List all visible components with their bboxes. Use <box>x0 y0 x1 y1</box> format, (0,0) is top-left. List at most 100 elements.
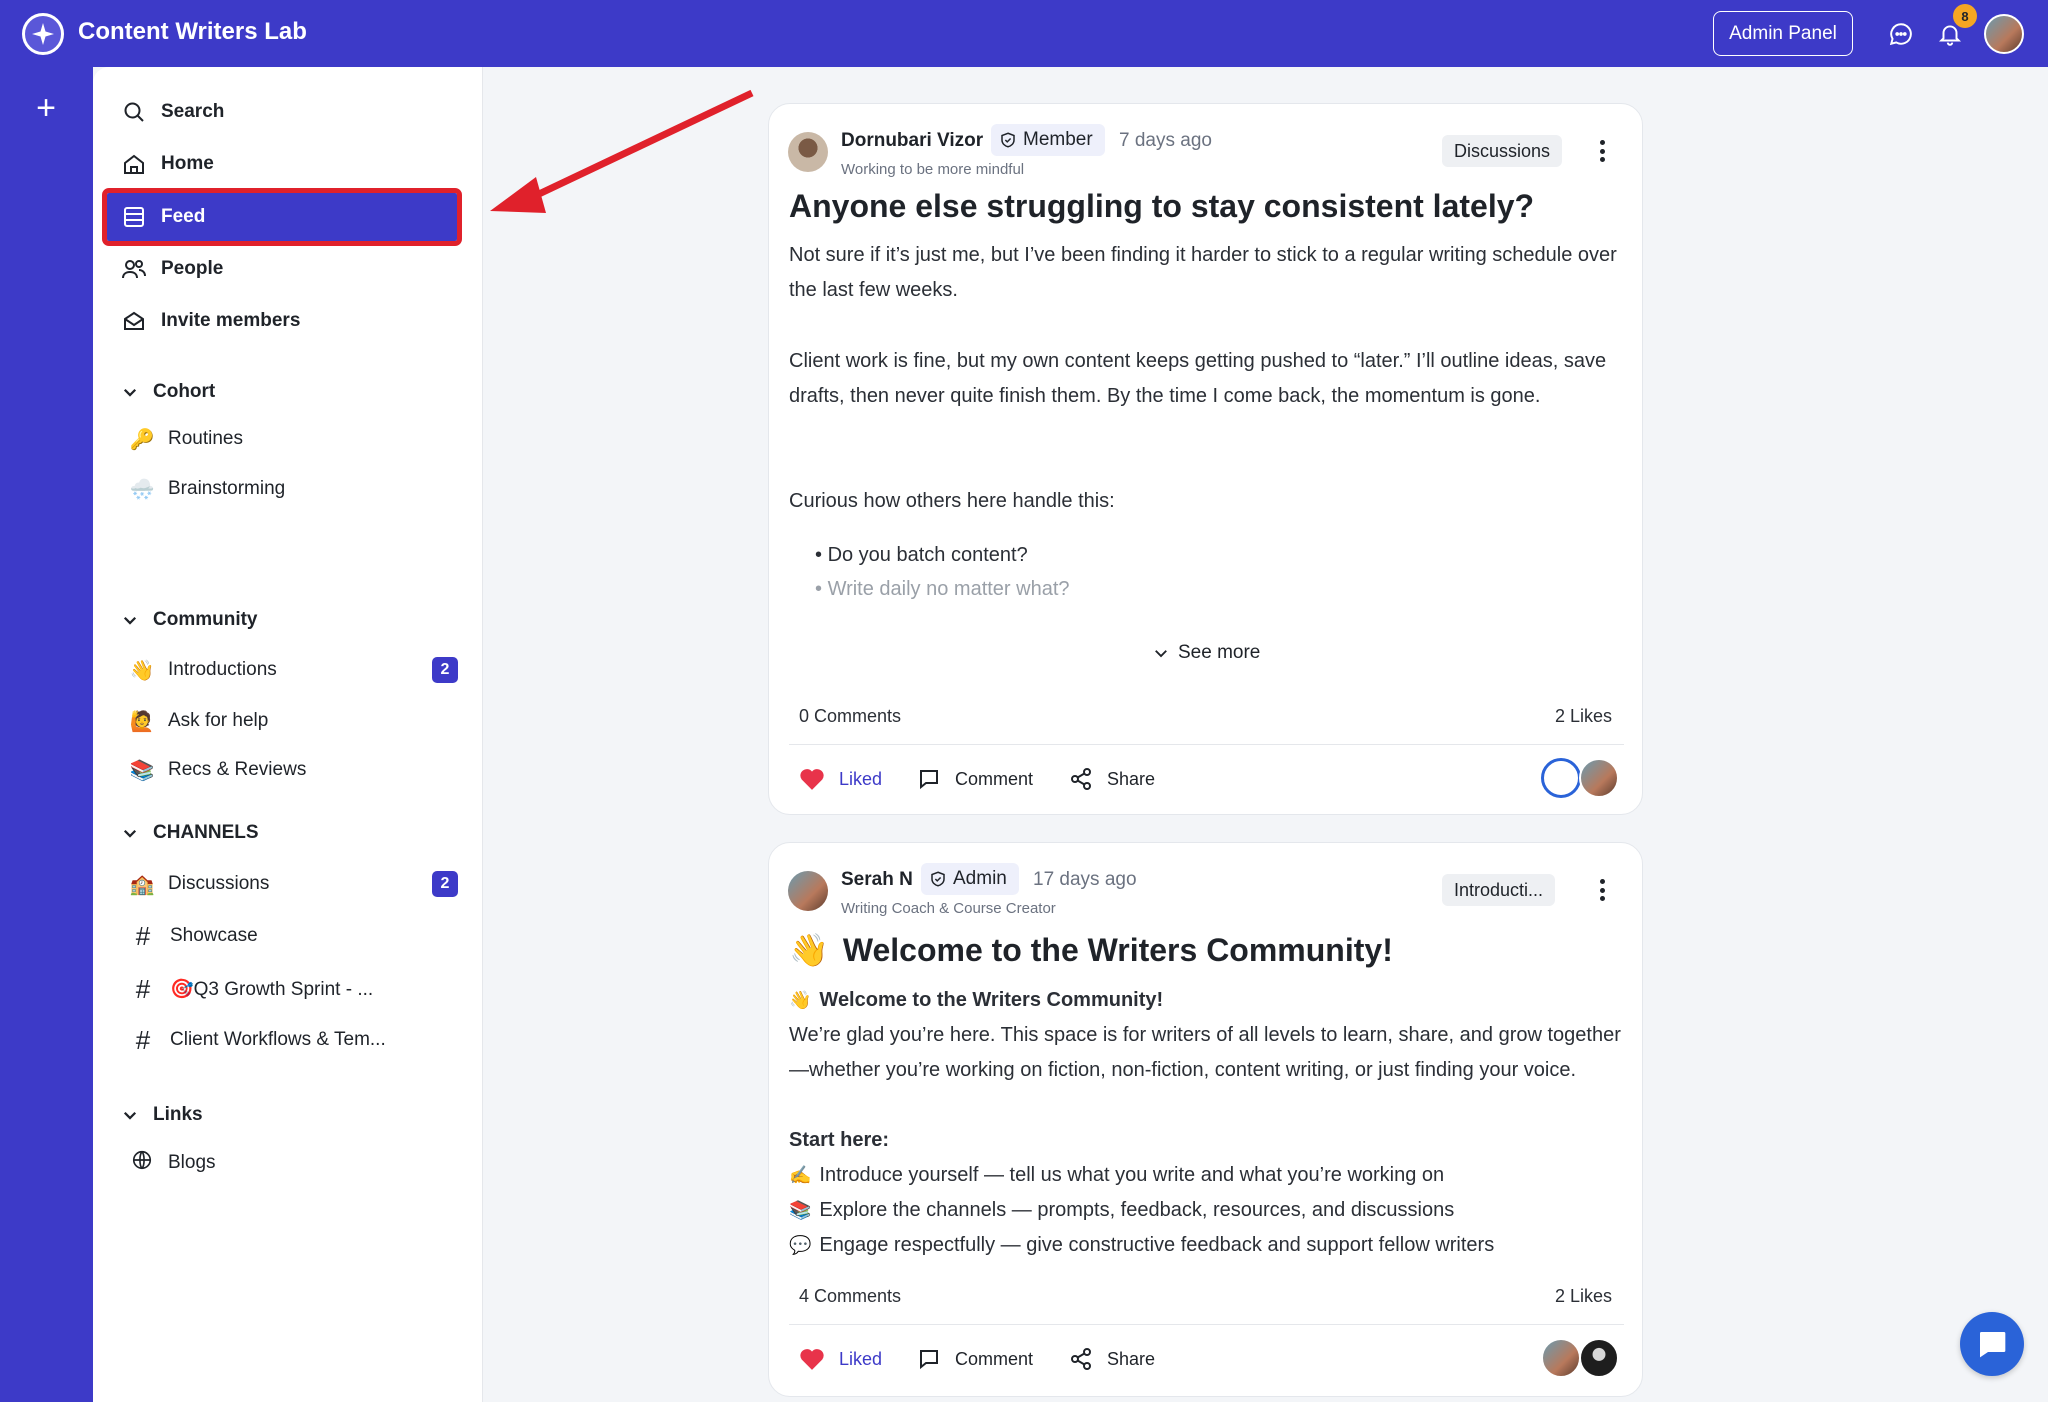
more-options-icon[interactable] <box>1596 137 1608 165</box>
shield-icon <box>929 870 947 888</box>
post-bullet-faded: • Write daily no matter what? <box>815 578 1070 600</box>
comments-count[interactable]: 4 Comments <box>799 1286 901 1307</box>
channel-tag[interactable]: Introducti... <box>1442 874 1556 906</box>
likes-count[interactable]: 2 Likes <box>1555 706 1612 727</box>
share-icon <box>1069 767 1093 791</box>
school-icon: 🏫 <box>129 873 155 896</box>
sidebar-item-people[interactable]: People <box>107 245 457 293</box>
author-avatar[interactable] <box>788 132 828 172</box>
chevron-down-icon <box>121 1106 141 1124</box>
likes-count[interactable]: 2 Likes <box>1555 1286 1612 1307</box>
sidebar-item-discussions[interactable]: 🏫 Discussions 2 <box>128 864 458 904</box>
share-icon <box>1069 1347 1093 1371</box>
sidebar-item-label: People <box>161 258 224 279</box>
heart-icon <box>799 1347 825 1371</box>
divider <box>789 1324 1624 1325</box>
role-badge: Member <box>991 124 1105 156</box>
post-timestamp: 17 days ago <box>1033 869 1137 890</box>
author-name[interactable]: Serah N <box>841 869 913 891</box>
post-subheading: Start here: <box>789 1129 890 1151</box>
post-timestamp: 7 days ago <box>1119 130 1212 151</box>
sidebar-item-q3-growth-sprint[interactable]: # 🎯Q3 Growth Sprint - ... <box>128 969 458 1009</box>
more-options-icon[interactable] <box>1596 876 1608 904</box>
comment-icon <box>917 1347 941 1371</box>
sidebar-item-recs-reviews[interactable]: 📚 Recs & Reviews <box>128 750 458 790</box>
comment-button[interactable]: Comment <box>917 1347 1033 1371</box>
chevron-down-icon <box>1152 644 1170 662</box>
see-more-button[interactable]: See more <box>1152 642 1260 664</box>
liker-avatar[interactable] <box>1541 1338 1581 1378</box>
sidebar-item-search[interactable]: Search <box>107 88 457 136</box>
section-header-community[interactable]: Community <box>121 609 258 631</box>
mail-icon <box>121 308 147 334</box>
sidebar-item-routines[interactable]: 🔑 Routines <box>128 419 458 459</box>
heart-icon <box>799 767 825 791</box>
post-heading: 👋 Welcome to the Writers Community! <box>789 989 1164 1011</box>
waving-hand-icon: 👋 <box>789 990 812 1010</box>
author-subtitle: Working to be more mindful <box>841 161 1025 178</box>
hash-icon: # <box>135 920 151 951</box>
hash-icon: # <box>135 973 151 1004</box>
like-button[interactable]: Liked <box>799 1347 882 1371</box>
snow-cloud-icon: 🌨️ <box>129 478 155 501</box>
top-bar: Content Writers Lab Admin Panel 8 <box>0 0 2048 67</box>
sidebar-item-feed[interactable]: Feed <box>102 188 462 246</box>
sidebar-item-blogs[interactable]: Blogs <box>128 1143 458 1183</box>
notification-count-badge: 8 <box>1953 4 1977 28</box>
author-name[interactable]: Dornubari Vizor <box>841 130 983 152</box>
author-subtitle: Writing Coach & Course Creator <box>841 900 1056 917</box>
speech-bubble-icon: 💬 <box>789 1235 812 1255</box>
admin-panel-button[interactable]: Admin Panel <box>1713 11 1853 56</box>
sidebar-item-invite-members[interactable]: Invite members <box>107 297 457 345</box>
shield-icon <box>999 131 1017 149</box>
post-title[interactable]: Anyone else struggling to stay consisten… <box>789 188 1534 225</box>
share-button[interactable]: Share <box>1069 1347 1155 1371</box>
unread-count-badge: 2 <box>432 871 458 897</box>
post-step: 💬 Engage respectfully — give constructive… <box>789 1234 1495 1256</box>
unread-count-badge: 2 <box>432 657 458 683</box>
chat-icon[interactable] <box>1886 19 1916 49</box>
like-button[interactable]: Liked <box>799 767 882 791</box>
app-logo-icon[interactable] <box>22 13 64 55</box>
support-chat-button[interactable] <box>1960 1312 2024 1376</box>
books-icon: 📚 <box>129 759 155 782</box>
people-icon <box>121 256 147 282</box>
sidebar-item-label: Invite members <box>161 310 301 331</box>
section-header-channels[interactable]: CHANNELS <box>121 822 259 844</box>
sidebar-item-label: Search <box>161 101 225 122</box>
post-step: ✍️ Introduce yourself — tell us what you … <box>789 1164 1445 1186</box>
add-workspace-icon[interactable]: + <box>30 91 62 125</box>
post-title[interactable]: 👋 Welcome to the Writers Community! <box>789 931 1393 969</box>
app-title[interactable]: Content Writers Lab <box>78 18 307 46</box>
post-paragraph: Curious how others here handle this: <box>789 490 1115 512</box>
sidebar-item-client-workflows[interactable]: # Client Workflows & Tem... <box>128 1020 458 1060</box>
search-icon <box>121 99 147 125</box>
sidebar-item-showcase[interactable]: # Showcase <box>128 916 458 956</box>
user-avatar[interactable] <box>1984 14 2024 54</box>
comments-count[interactable]: 0 Comments <box>799 706 901 727</box>
author-avatar[interactable] <box>788 871 828 911</box>
sidebar-item-brainstorming[interactable]: 🌨️ Brainstorming <box>128 469 458 509</box>
home-icon <box>121 151 147 177</box>
post-card: Serah N Admin 17 days ago Writing Coach … <box>768 842 1643 1397</box>
workspace-rail: + <box>0 67 93 1402</box>
waving-hand-icon: 👋 <box>789 932 829 968</box>
liker-avatar[interactable] <box>1541 758 1581 798</box>
post-bullet: • Do you batch content? <box>815 544 1028 566</box>
post-paragraph: Not sure if it’s just me, but I’ve been … <box>789 244 1617 301</box>
sidebar-item-label: Feed <box>161 206 206 227</box>
chevron-down-icon <box>121 611 141 629</box>
comment-button[interactable]: Comment <box>917 767 1033 791</box>
raising-hand-icon: 🙋 <box>129 710 155 733</box>
section-header-links[interactable]: Links <box>121 1104 203 1126</box>
sidebar-item-introductions[interactable]: 👋 Introductions 2 <box>128 650 458 690</box>
sidebar-item-ask-for-help[interactable]: 🙋 Ask for help <box>128 701 458 741</box>
liker-avatar[interactable] <box>1579 1338 1619 1378</box>
share-button[interactable]: Share <box>1069 767 1155 791</box>
sidebar-item-home[interactable]: Home <box>107 140 457 188</box>
section-header-cohort[interactable]: Cohort <box>121 381 215 403</box>
channel-tag[interactable]: Discussions <box>1442 135 1563 167</box>
hash-icon: # <box>135 1024 151 1055</box>
post-paragraph: We’re glad you’re here. This space is fo… <box>789 1024 1621 1081</box>
liker-avatar[interactable] <box>1579 758 1619 798</box>
